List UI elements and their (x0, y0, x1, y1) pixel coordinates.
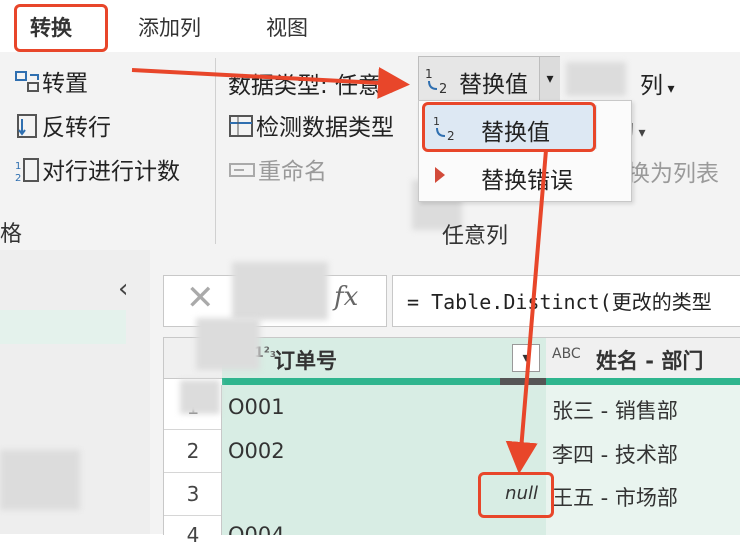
arrow-to-replace-values (131, 66, 410, 99)
annotation-arrows (131, 66, 548, 474)
arrow-to-null (505, 149, 548, 474)
